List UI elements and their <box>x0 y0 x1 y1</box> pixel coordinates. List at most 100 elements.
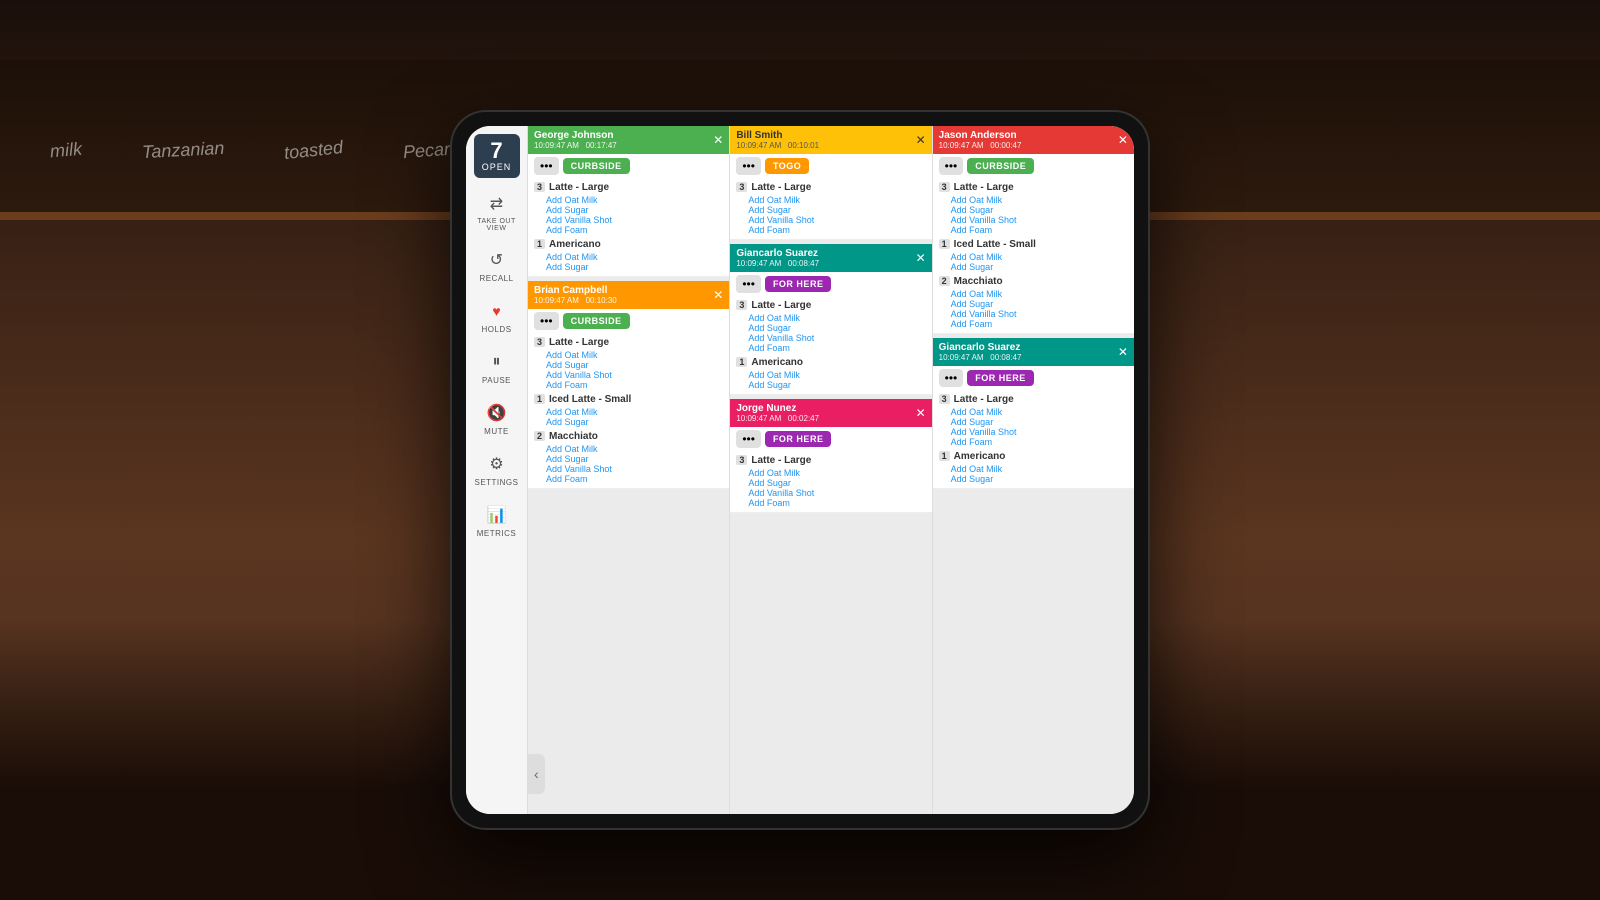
item-modifier: Add Oat Milk <box>939 252 1128 262</box>
item-num: 1 <box>534 239 545 249</box>
item-num: 3 <box>736 455 747 465</box>
sidebar-item-holds[interactable]: ♥ HOLDS <box>466 293 527 340</box>
settings-icon: ⚙ <box>485 452 509 476</box>
item-modifier: Add Sugar <box>736 205 925 215</box>
item-modifier: Add Sugar <box>736 323 925 333</box>
item-row: 3 Latte - Large <box>736 455 925 466</box>
order-actions-bill: ••• TOGO <box>730 154 931 178</box>
item-modifier: Add Oat Milk <box>534 407 723 417</box>
item-row: 1 Americano <box>534 239 723 250</box>
order-more-1[interactable]: ••• <box>534 157 559 175</box>
item-num: 1 <box>534 394 545 404</box>
item-modifier: Add Oat Milk <box>939 195 1128 205</box>
sidebar-item-metrics[interactable]: 📊 METRICS <box>466 497 527 544</box>
order-more-giancarlo2[interactable]: ••• <box>939 369 964 387</box>
item-modifier: Add Foam <box>534 474 723 484</box>
item-modifier: Add Sugar <box>939 205 1128 215</box>
pause-icon: ⏸ <box>485 350 509 374</box>
order-more-bill[interactable]: ••• <box>736 157 761 175</box>
item-row: 1 Iced Latte - Small <box>939 239 1128 250</box>
sidebar-item-takeout[interactable]: ⇄ TAKE OUTVIEW <box>466 186 527 238</box>
order-badge-forhere-giancarlo1[interactable]: FOR HERE <box>765 276 832 292</box>
order-customer-giancarlo2: Giancarlo Suarez <box>939 342 1022 353</box>
holds-icon: ♥ <box>485 299 509 323</box>
order-close-bill[interactable]: ✕ <box>916 133 926 147</box>
order-header-jorge: Jorge Nunez 10:09:47 AM 00:02:47 ✕ <box>730 399 931 427</box>
order-time-giancarlo1: 10:09:47 AM 00:08:47 <box>736 259 819 268</box>
order-badge-forhere-giancarlo2[interactable]: FOR HERE <box>967 370 1034 386</box>
item-modifier: Add Vanilla Shot <box>736 488 925 498</box>
item-row: 2 Macchiato <box>534 431 723 442</box>
item-num: 3 <box>939 394 950 404</box>
order-header-giancarlo1: Giancarlo Suarez 10:09:47 AM 00:08:47 ✕ <box>730 244 931 272</box>
order-actions-1: ••• CURBSIDE <box>528 154 729 178</box>
order-more-giancarlo1[interactable]: ••• <box>736 275 761 293</box>
item-row: 3 Latte - Large <box>939 182 1128 193</box>
item-row: 1 Americano <box>939 451 1128 462</box>
order-more-jason[interactable]: ••• <box>939 157 964 175</box>
item-name: Latte - Large <box>549 182 609 193</box>
item-modifier: Add Foam <box>736 343 925 353</box>
sidebar-item-mute[interactable]: 🔇 MUTE <box>466 395 527 442</box>
item-name: Americano <box>751 357 803 368</box>
order-actions-giancarlo2: ••• FOR HERE <box>933 366 1134 390</box>
order-badge-togo-bill[interactable]: TOGO <box>765 158 809 174</box>
item-modifier: Add Sugar <box>939 262 1128 272</box>
order-badge-curbside-1[interactable]: CURBSIDE <box>563 158 630 174</box>
order-customer-1: George Johnson <box>534 130 617 141</box>
order-close-jorge[interactable]: ✕ <box>916 406 926 420</box>
main-content: George Johnson 10:09:47 AM 00:17:47 ✕ ••… <box>528 126 1134 814</box>
order-badge-forhere-jorge[interactable]: FOR HERE <box>765 431 832 447</box>
item-modifier: Add Foam <box>736 225 925 235</box>
item-num: 3 <box>534 182 545 192</box>
item-modifier: Add Vanilla Shot <box>939 309 1128 319</box>
takeout-label: TAKE OUTVIEW <box>477 218 515 232</box>
order-close-brian[interactable]: ✕ <box>713 288 723 302</box>
item-modifier: Add Foam <box>939 319 1128 329</box>
item-name: Iced Latte - Small <box>954 239 1036 250</box>
item-modifier: Add Vanilla Shot <box>939 427 1128 437</box>
order-items-brian: 3 Latte - Large Add Oat Milk Add Sugar A… <box>528 333 729 489</box>
order-actions-brian: ••• CURBSIDE <box>528 309 729 333</box>
item-name: Americano <box>954 451 1006 462</box>
item-name: Latte - Large <box>751 455 811 466</box>
order-time-jorge: 10:09:47 AM 00:02:47 <box>736 414 819 423</box>
order-close-giancarlo1[interactable]: ✕ <box>916 251 926 265</box>
open-count-badge: 7 OPEN <box>474 134 520 178</box>
order-close-giancarlo2[interactable]: ✕ <box>1118 345 1128 359</box>
order-time-bill: 10:09:47 AM 00:10:01 <box>736 141 819 150</box>
metrics-label: METRICS <box>477 529 517 538</box>
chalk-word: milk <box>49 139 83 163</box>
order-badge-curbside-jason[interactable]: CURBSIDE <box>967 158 1034 174</box>
order-header-1: George Johnson 10:09:47 AM 00:17:47 ✕ <box>528 126 729 154</box>
item-modifier: Add Oat Milk <box>736 468 925 478</box>
order-more-jorge[interactable]: ••• <box>736 430 761 448</box>
item-modifier: Add Oat Milk <box>939 464 1128 474</box>
order-close-1[interactable]: ✕ <box>713 133 723 147</box>
sidebar-item-recall[interactable]: ↺ RECALL <box>466 242 527 289</box>
order-customer-jorge: Jorge Nunez <box>736 403 819 414</box>
order-header-bill: Bill Smith 10:09:47 AM 00:10:01 ✕ <box>730 126 931 154</box>
collapse-sidebar-button[interactable]: ‹ <box>528 754 545 794</box>
sidebar-item-settings[interactable]: ⚙ SETTINGS <box>466 446 527 493</box>
item-modifier: Add Oat Milk <box>736 370 925 380</box>
item-modifier: Add Sugar <box>939 417 1128 427</box>
metrics-icon: 📊 <box>485 503 509 527</box>
recall-label: RECALL <box>479 274 513 283</box>
order-header-brian: Brian Campbell 10:09:47 AM 00:10:30 ✕ <box>528 281 729 309</box>
order-actions-jason: ••• CURBSIDE <box>933 154 1134 178</box>
sidebar-item-pause[interactable]: ⏸ PAUSE <box>466 344 527 391</box>
item-name: Latte - Large <box>954 394 1014 405</box>
item-modifier: Add Vanilla Shot <box>534 215 723 225</box>
item-modifier: Add Foam <box>534 225 723 235</box>
item-modifier: Add Sugar <box>939 299 1128 309</box>
order-badge-curbside-brian[interactable]: CURBSIDE <box>563 313 630 329</box>
item-modifier: Add Sugar <box>736 478 925 488</box>
order-actions-jorge: ••• FOR HERE <box>730 427 931 451</box>
item-row: 3 Latte - Large <box>939 394 1128 405</box>
item-modifier: Add Oat Milk <box>534 350 723 360</box>
order-more-brian[interactable]: ••• <box>534 312 559 330</box>
item-name: Latte - Large <box>751 182 811 193</box>
settings-label: SETTINGS <box>474 478 518 487</box>
order-close-jason[interactable]: ✕ <box>1118 133 1128 147</box>
